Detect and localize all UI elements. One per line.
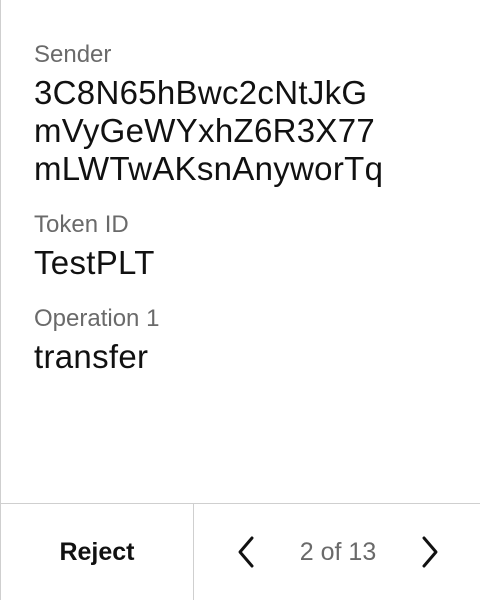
sender-field: Sender 3C8N65hBwc2cNtJkG mVyGeWYxhZ6R3X7… xyxy=(34,40,468,188)
sender-value: 3C8N65hBwc2cNtJkG mVyGeWYxhZ6R3X77 mLWTw… xyxy=(34,74,468,188)
operation-1-value: transfer xyxy=(34,338,149,375)
chevron-right-icon[interactable] xyxy=(418,532,442,572)
page-indicator: 2 of 13 xyxy=(299,537,377,566)
token-id-value: TestPLT xyxy=(34,244,155,281)
token-id-label: Token ID xyxy=(34,211,129,238)
transaction-review-screen: Sender 3C8N65hBwc2cNtJkG mVyGeWYxhZ6R3X7… xyxy=(0,0,480,600)
sender-value-line-1: 3C8N65hBwc2cNtJkG xyxy=(34,74,368,111)
pagination: 2 of 13 xyxy=(194,504,480,600)
chevron-left-icon[interactable] xyxy=(234,532,258,572)
reject-button[interactable]: Reject xyxy=(1,504,194,600)
operation-1-field: Operation 1 transfer xyxy=(34,304,468,376)
sender-value-line-2: mVyGeWYxhZ6R3X77 xyxy=(34,112,376,149)
operation-1-label: Operation 1 xyxy=(34,305,160,332)
token-id-field: Token ID TestPLT xyxy=(34,210,468,282)
transaction-details: Sender 3C8N65hBwc2cNtJkG mVyGeWYxhZ6R3X7… xyxy=(34,40,468,398)
sender-value-line-3: mLWTwAKsnAnyworTq xyxy=(34,150,384,187)
sender-label: Sender xyxy=(34,41,112,68)
action-footer: Reject 2 of 13 xyxy=(1,503,480,600)
